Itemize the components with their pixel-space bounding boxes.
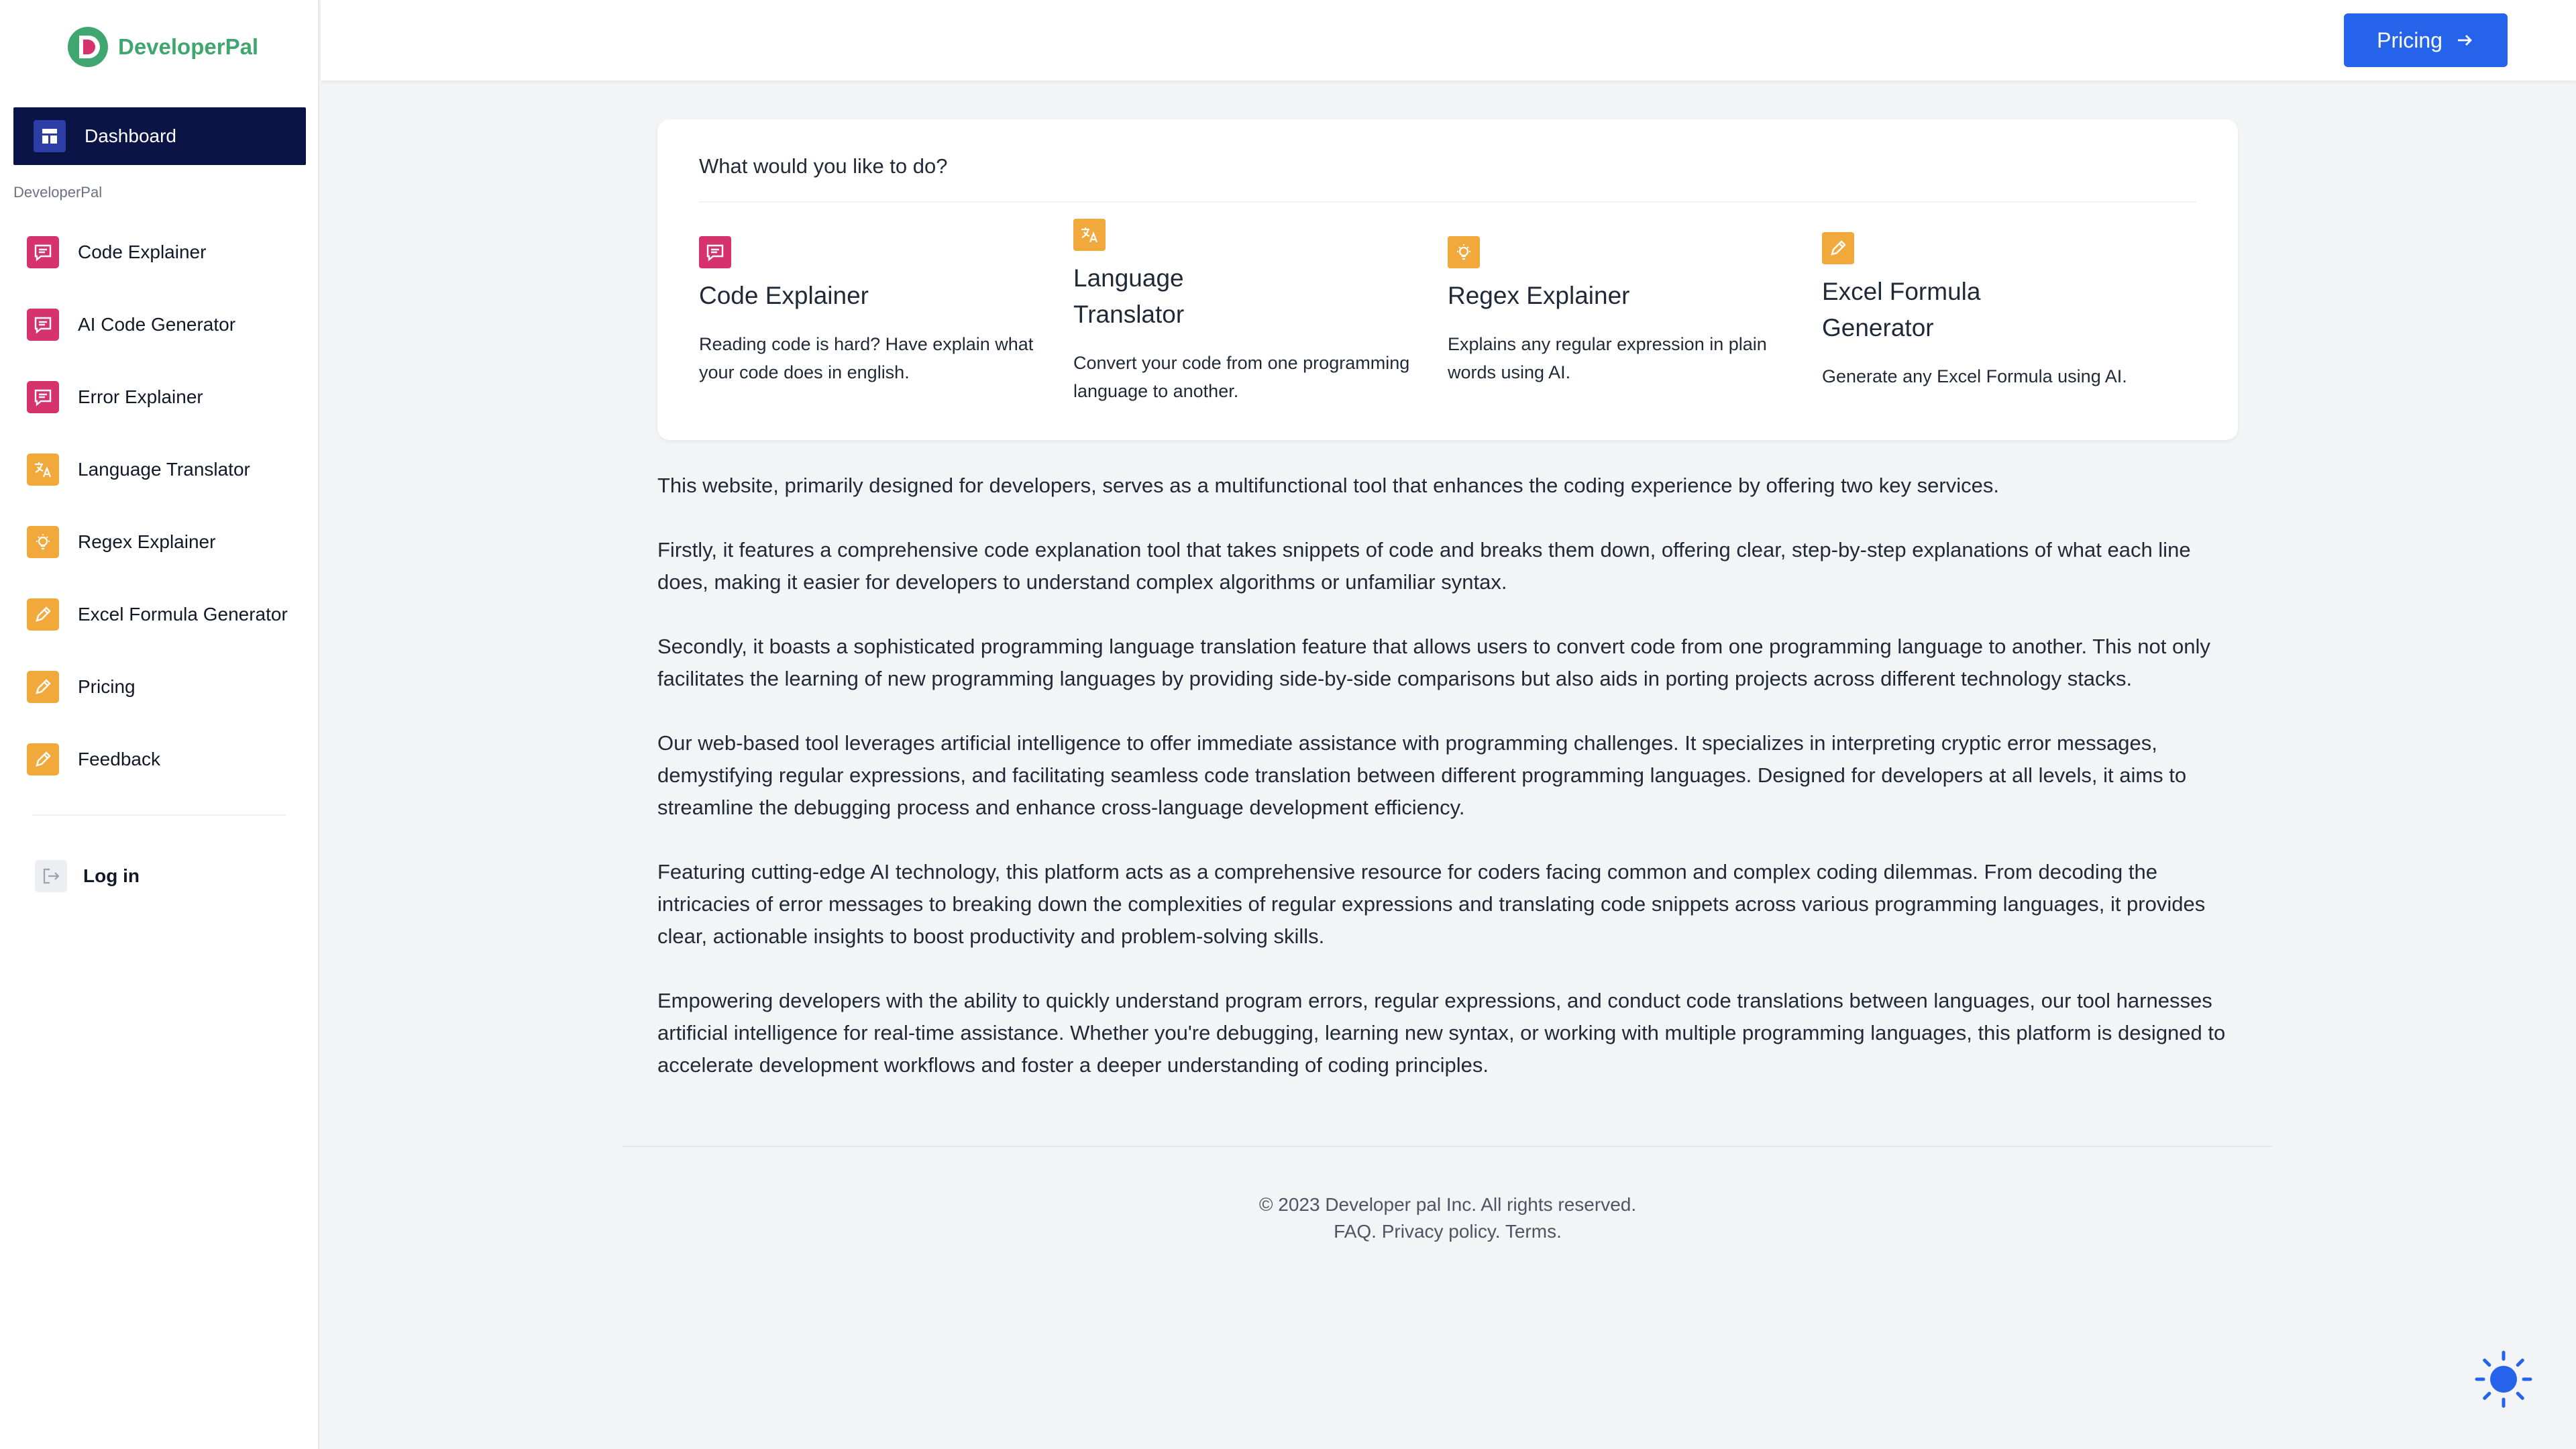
pricing-button[interactable]: Pricing bbox=[2344, 13, 2508, 67]
sidebar-item-ai-code-generator[interactable]: AI Code Generator bbox=[0, 288, 319, 361]
sidebar-item-label: Error Explainer bbox=[78, 386, 203, 407]
sidebar-item-label: AI Code Generator bbox=[78, 314, 236, 335]
message-icon bbox=[27, 236, 59, 268]
tool-title: Code Explainer bbox=[699, 282, 869, 309]
tool-language-translator[interactable]: Language Translator Convert your code fr… bbox=[1073, 219, 1436, 405]
sidebar-item-error-explainer[interactable]: Error Explainer bbox=[0, 361, 319, 433]
tool-description: Reading code is hard? Have explain what … bbox=[699, 334, 1034, 382]
sidebar-item-regex-explainer[interactable]: Regex Explainer bbox=[0, 506, 319, 578]
tool-title: Language Translator bbox=[1073, 260, 1436, 333]
sidebar-item-label: Dashboard bbox=[85, 125, 176, 146]
privacy-policy-link[interactable]: Privacy policy. bbox=[1382, 1221, 1501, 1242]
tool-title: Regex Explainer bbox=[1448, 282, 1630, 309]
description-paragraph: Secondly, it boasts a sophisticated prog… bbox=[657, 635, 2210, 690]
faq-link[interactable]: FAQ. bbox=[1334, 1221, 1377, 1242]
footer: © 2023 Developer pal Inc. All rights res… bbox=[623, 1191, 2273, 1245]
sidebar-item-excel-formula-generator[interactable]: Excel Formula Generator bbox=[0, 578, 319, 651]
sidebar-item-label: Language Translator bbox=[78, 459, 250, 480]
tool-title-line: Generator bbox=[1822, 314, 1934, 341]
tool-regex-explainer[interactable]: Regex Explainer Explains any regular exp… bbox=[1448, 236, 1810, 386]
theme-toggle-button[interactable] bbox=[2473, 1348, 2534, 1410]
sidebar-section-label: DeveloperPal bbox=[13, 184, 103, 201]
sidebar-item-language-translator[interactable]: Language Translator bbox=[0, 433, 319, 506]
login-button[interactable]: Log in bbox=[35, 859, 140, 894]
message-icon bbox=[699, 236, 731, 268]
tool-title-line: Language bbox=[1073, 264, 1184, 292]
translate-icon bbox=[27, 453, 59, 486]
arrow-right-icon bbox=[2457, 35, 2472, 46]
sidebar: DeveloperPal Dashboard DeveloperPal Code… bbox=[0, 0, 319, 1449]
pencil-icon bbox=[27, 743, 59, 775]
logout-icon bbox=[35, 860, 67, 892]
terms-link[interactable]: Terms. bbox=[1505, 1221, 1562, 1242]
description-paragraph: Empowering developers with the ability t… bbox=[657, 989, 2226, 1077]
brand-name: DeveloperPal bbox=[118, 34, 259, 59]
message-icon bbox=[27, 309, 59, 341]
sidebar-item-dashboard[interactable]: Dashboard bbox=[13, 107, 306, 165]
dashboard-icon bbox=[34, 120, 66, 152]
tool-title: Excel Formula Generator bbox=[1822, 274, 2184, 346]
sidebar-item-label: Feedback bbox=[78, 749, 160, 769]
card-divider bbox=[699, 201, 2196, 203]
sidebar-item-feedback[interactable]: Feedback bbox=[0, 723, 319, 796]
bulb-icon bbox=[27, 526, 59, 558]
tool-title-line: Translator bbox=[1073, 301, 1185, 328]
brand-logo[interactable]: DeveloperPal bbox=[67, 25, 258, 68]
sidebar-divider bbox=[32, 814, 286, 816]
tool-description: Convert your code from one programming l… bbox=[1073, 353, 1410, 401]
pricing-button-label: Pricing bbox=[2377, 28, 2443, 52]
tool-code-explainer[interactable]: Code Explainer Reading code is hard? Hav… bbox=[699, 236, 1061, 386]
app-root: DeveloperPal Dashboard DeveloperPal Code… bbox=[0, 0, 2576, 1449]
pencil-icon bbox=[1822, 232, 1854, 264]
message-icon bbox=[27, 381, 59, 413]
sidebar-item-pricing[interactable]: Pricing bbox=[0, 651, 319, 723]
logo-icon bbox=[68, 27, 108, 67]
sidebar-nav: Code Explainer AI Code Generator Error E… bbox=[0, 216, 319, 796]
sun-icon bbox=[2475, 1350, 2532, 1408]
sidebar-item-label: Code Explainer bbox=[78, 241, 207, 262]
tool-description: Explains any regular expression in plain… bbox=[1448, 334, 1767, 382]
bulb-icon bbox=[1448, 236, 1480, 268]
tool-description: Generate any Excel Formula using AI. bbox=[1822, 366, 2127, 386]
pencil-icon bbox=[27, 671, 59, 703]
tool-title-line: Excel Formula bbox=[1822, 278, 1981, 305]
tools-card: What would you like to do? Code Explaine… bbox=[657, 119, 2238, 440]
copyright-text: © 2023 Developer pal Inc. All rights res… bbox=[1258, 1194, 1637, 1215]
sidebar-item-code-explainer[interactable]: Code Explainer bbox=[0, 216, 319, 288]
top-header bbox=[321, 0, 2576, 80]
footer-divider bbox=[623, 1146, 2273, 1147]
description-paragraph: Our web-based tool leverages artificial … bbox=[657, 731, 2187, 819]
sidebar-item-label: Regex Explainer bbox=[78, 531, 216, 552]
description-content: This website, primarily designed for dev… bbox=[657, 470, 2238, 1114]
description-paragraph: Firstly, it features a comprehensive cod… bbox=[657, 538, 2191, 594]
footer-links: FAQ. Privacy policy. Terms. bbox=[623, 1218, 2273, 1245]
pencil-icon bbox=[27, 598, 59, 631]
description-paragraph: This website, primarily designed for dev… bbox=[657, 474, 1999, 497]
card-title: What would you like to do? bbox=[699, 154, 948, 178]
sidebar-item-label: Excel Formula Generator bbox=[78, 604, 288, 625]
tool-excel-formula-generator[interactable]: Excel Formula Generator Generate any Exc… bbox=[1822, 232, 2184, 390]
translate-icon bbox=[1073, 219, 1106, 251]
sidebar-item-label: Pricing bbox=[78, 676, 136, 697]
login-label: Log in bbox=[83, 865, 140, 886]
description-paragraph: Featuring cutting-edge AI technology, th… bbox=[657, 860, 2206, 948]
